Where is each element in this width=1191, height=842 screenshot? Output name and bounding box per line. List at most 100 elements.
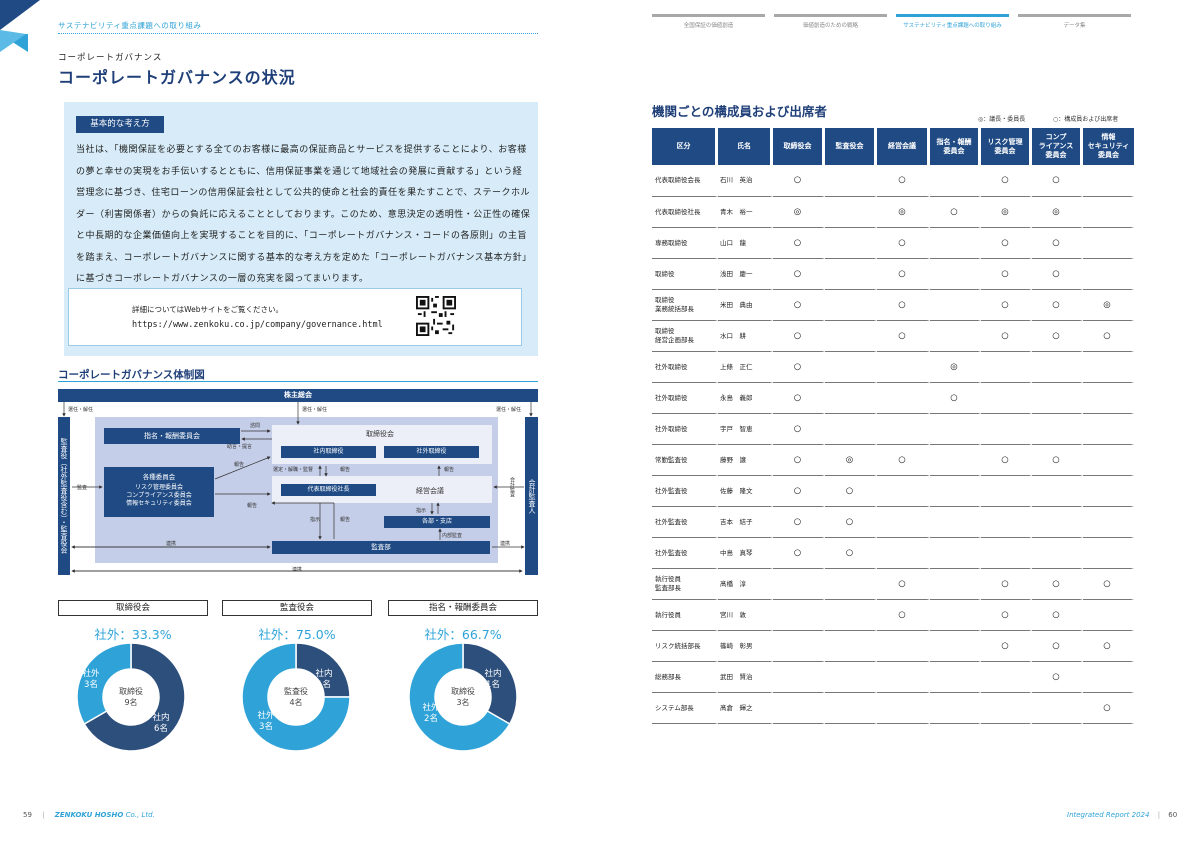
table-cell-mark: ○ [877,569,930,600]
table-cell-mark [825,693,877,724]
table-cell-mark: ○ [1032,662,1083,693]
table-cell-mark: ○ [877,228,930,259]
nav-bar-3-active[interactable] [896,14,1009,17]
table-cell-mark [930,507,981,538]
table-cell-mark [1032,414,1083,445]
table-cell-mark: ○ [773,352,825,383]
table-cell-mark: ○ [981,600,1032,631]
table-cell-role: 取締役 経営企画部長 [652,321,718,352]
table-cell-mark [825,165,877,197]
table-cell-mark: ○ [773,228,825,259]
table-cell-mark [773,662,825,693]
table-cell-mark [1083,197,1134,228]
diagram-title: コーポレートガバナンス体制図 [58,369,205,381]
nav-bar-2[interactable] [774,14,887,17]
pie-header-1: 監査役会 [222,600,372,616]
footer-right: Integrated Report 2024 | 60 [1067,811,1178,819]
table-cell-mark [825,290,877,321]
nav-item-strategy[interactable]: 価値創造のための戦略 [774,21,887,29]
diagram-connectors [62,402,533,573]
table-row: 代表取締役社長 青木 裕一 ◎ ◎ ○ ◎ ◎ [652,197,1134,228]
qr-code-icon[interactable] [416,296,456,336]
table-cell-mark: ◎ [1083,290,1134,321]
table-cell-mark [1083,165,1134,197]
footer-company-name: ZENKOKU HOSHO [54,811,124,819]
footer-left: 59 | ZENKOKU HOSHO Co., Ltd. [23,811,155,819]
table-cell-mark [930,662,981,693]
table-cell-mark [981,383,1032,414]
table-row: 代表取締役会長 石川 英治 ○ ○ ○ ○ [652,165,1134,197]
table-cell-mark: ○ [1032,290,1083,321]
table-header-1: 氏名 [718,128,773,165]
nav-item-sustainability[interactable]: サステナビリティ重点課題への取り組み [896,21,1009,29]
table-cell-mark: ○ [825,538,877,569]
web-url-link[interactable]: https://www.zenkoku.co.jp/company/govern… [132,320,383,330]
table-cell-mark [1032,383,1083,414]
table-cell-mark [1083,538,1134,569]
table-cell-role: 代表取締役会長 [652,165,718,197]
table-cell-name: 石川 英治 [718,165,773,197]
table-cell-name: 浅田 慶一 [718,259,773,290]
table-row: 専務取締役 山口 龍 ○ ○ ○ ○ [652,228,1134,259]
table-cell-mark [877,631,930,662]
table-cell-mark [1083,600,1134,631]
table-cell-mark: ○ [1032,165,1083,197]
donut-center-label: 取締役 9名 [119,687,143,707]
table-cell-name: 青木 裕一 [718,197,773,228]
nav-bar-4[interactable] [1018,14,1131,17]
table-cell-mark: ○ [877,165,930,197]
table-header-0: 区分 [652,128,718,165]
table-cell-mark: ○ [930,197,981,228]
table-header-7: コンプ ライアンス 委員会 [1032,128,1083,165]
members-table-title: 機関ごとの構成員および出席者 [652,104,827,119]
table-cell-mark [1032,507,1083,538]
table-cell-name: 宇戸 智恵 [718,414,773,445]
table-cell-mark [877,693,930,724]
table-cell-mark [825,569,877,600]
table-cell-role: 社外取締役 [652,414,718,445]
donut-segment-label-a: 社外 3名 [82,669,100,690]
table-cell-mark [877,383,930,414]
nav-item-value-creation[interactable]: 全国保証の価値創造 [652,21,765,29]
table-cell-name: 宮川 敦 [718,600,773,631]
table-cell-mark: ○ [877,445,930,476]
page-kicker: コーポレートガバナンス [58,53,163,63]
page-title: コーポレートガバナンスの状況 [58,68,296,87]
table-cell-mark: ○ [1083,321,1134,352]
table-cell-mark [825,414,877,445]
table-cell-mark: ○ [1032,600,1083,631]
nav-item-data[interactable]: データ集 [1018,21,1131,29]
corner-decoration [0,0,40,52]
table-cell-mark [981,538,1032,569]
table-cell-mark: ○ [981,290,1032,321]
table-cell-mark: ◎ [773,197,825,228]
table-cell-name: 篠崎 彰男 [718,631,773,662]
table-cell-mark: ○ [877,321,930,352]
table-cell-mark: ○ [1032,321,1083,352]
table-cell-mark [1032,352,1083,383]
table-cell-name: 藤野 譲 [718,445,773,476]
table-row: 常勤監査役 藤野 譲 ○ ◎ ○ ○ ○ [652,445,1134,476]
table-cell-mark: ◎ [930,352,981,383]
donut-segment-label-b: 社内 6名 [152,713,170,734]
footer-report-word: Integrated [1067,811,1104,819]
table-cell-role: 執行役員 [652,600,718,631]
table-row: 社外監査役 中島 真琴 ○ ○ [652,538,1134,569]
table-cell-mark [930,600,981,631]
table-cell-mark: ○ [1032,631,1083,662]
table-cell-mark: ○ [981,569,1032,600]
table-cell-mark: ○ [877,600,930,631]
table-cell-mark [773,600,825,631]
table-cell-mark: ○ [773,321,825,352]
table-cell-mark: ○ [877,290,930,321]
section-label: サステナビリティ重点課題への取り組み [58,21,202,30]
table-cell-name: 上條 正仁 [718,352,773,383]
table-row: 総務部長 武田 賢治 ○ [652,662,1134,693]
legend-chair: ◎：議長・委員長 [978,116,1026,123]
table-cell-name: 髙倉 輝之 [718,693,773,724]
table-cell-mark [981,476,1032,507]
table-cell-role: 社外取締役 [652,352,718,383]
table-cell-mark: ◎ [825,445,877,476]
nav-bar-1[interactable] [652,14,765,17]
table-cell-mark: ○ [773,383,825,414]
